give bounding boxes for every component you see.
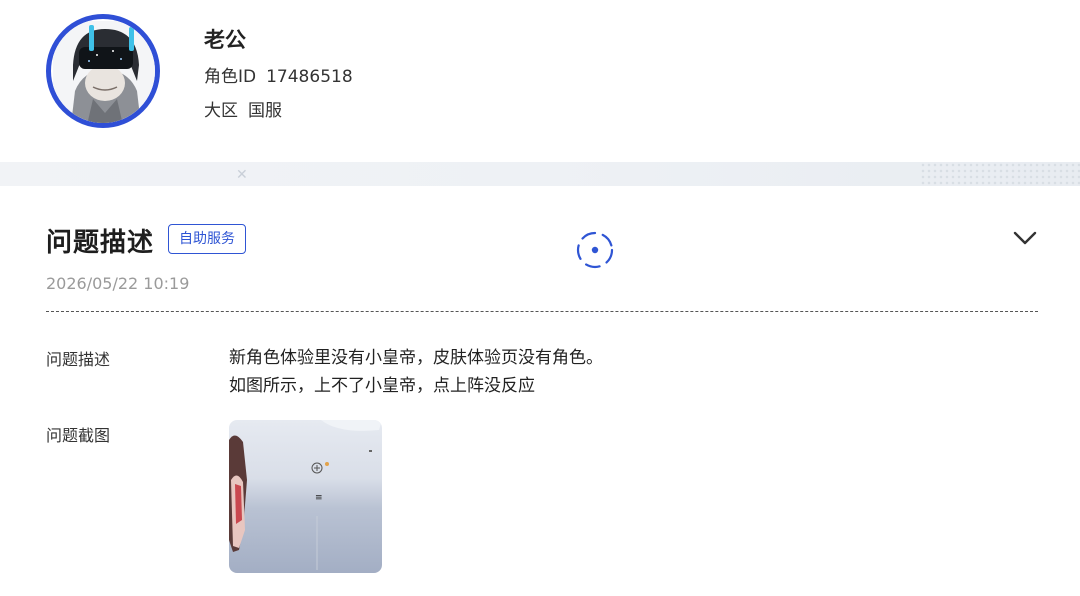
section-title: 问题描述 (46, 228, 155, 258)
screenshot-thumbnail[interactable]: ≡ (229, 420, 382, 573)
spinner-icon (573, 228, 617, 276)
profile-card: 老公 角色ID 17486518 大区 国服 (0, 0, 1080, 162)
avatar[interactable] (46, 14, 160, 128)
dashed-divider (46, 311, 1038, 312)
chevron-down-icon[interactable] (1012, 226, 1038, 254)
section-separator: ✕ (0, 162, 1080, 186)
avatar-image (53, 21, 155, 123)
issue-section: 问题描述 自助服务 2026/05/22 10:19 问题描述 新角色体验里没有… (0, 186, 1080, 596)
self-service-badge[interactable]: 自助服务 (168, 224, 246, 254)
decor-dots (920, 162, 1080, 186)
decor-sparkle-icon: ✕ (236, 167, 248, 183)
description-line-2: 如图所示，上不了小皇帝，点上阵没反应 (229, 376, 535, 396)
region-value: 国服 (248, 101, 282, 121)
description-line-1: 新角色体验里没有小皇帝，皮肤体验页没有角色。 (229, 348, 603, 368)
region-label: 大区 (204, 101, 238, 121)
svg-text:≡: ≡ (315, 493, 323, 503)
description-label: 问题描述 (46, 350, 111, 369)
role-id-label: 角色ID (204, 67, 257, 87)
description-text: 新角色体验里没有小皇帝，皮肤体验页没有角色。 如图所示，上不了小皇帝，点上阵没反… (229, 344, 603, 400)
region-row: 大区 国服 (204, 96, 282, 121)
role-id-value: 17486518 (266, 67, 353, 87)
screenshot-image: ≡ (229, 420, 382, 570)
role-id-row: 角色ID 17486518 (204, 62, 353, 87)
issue-date: 2026/05/22 10:19 (46, 274, 190, 293)
nickname: 老公 (204, 28, 246, 52)
screenshot-label: 问题截图 (46, 426, 111, 445)
